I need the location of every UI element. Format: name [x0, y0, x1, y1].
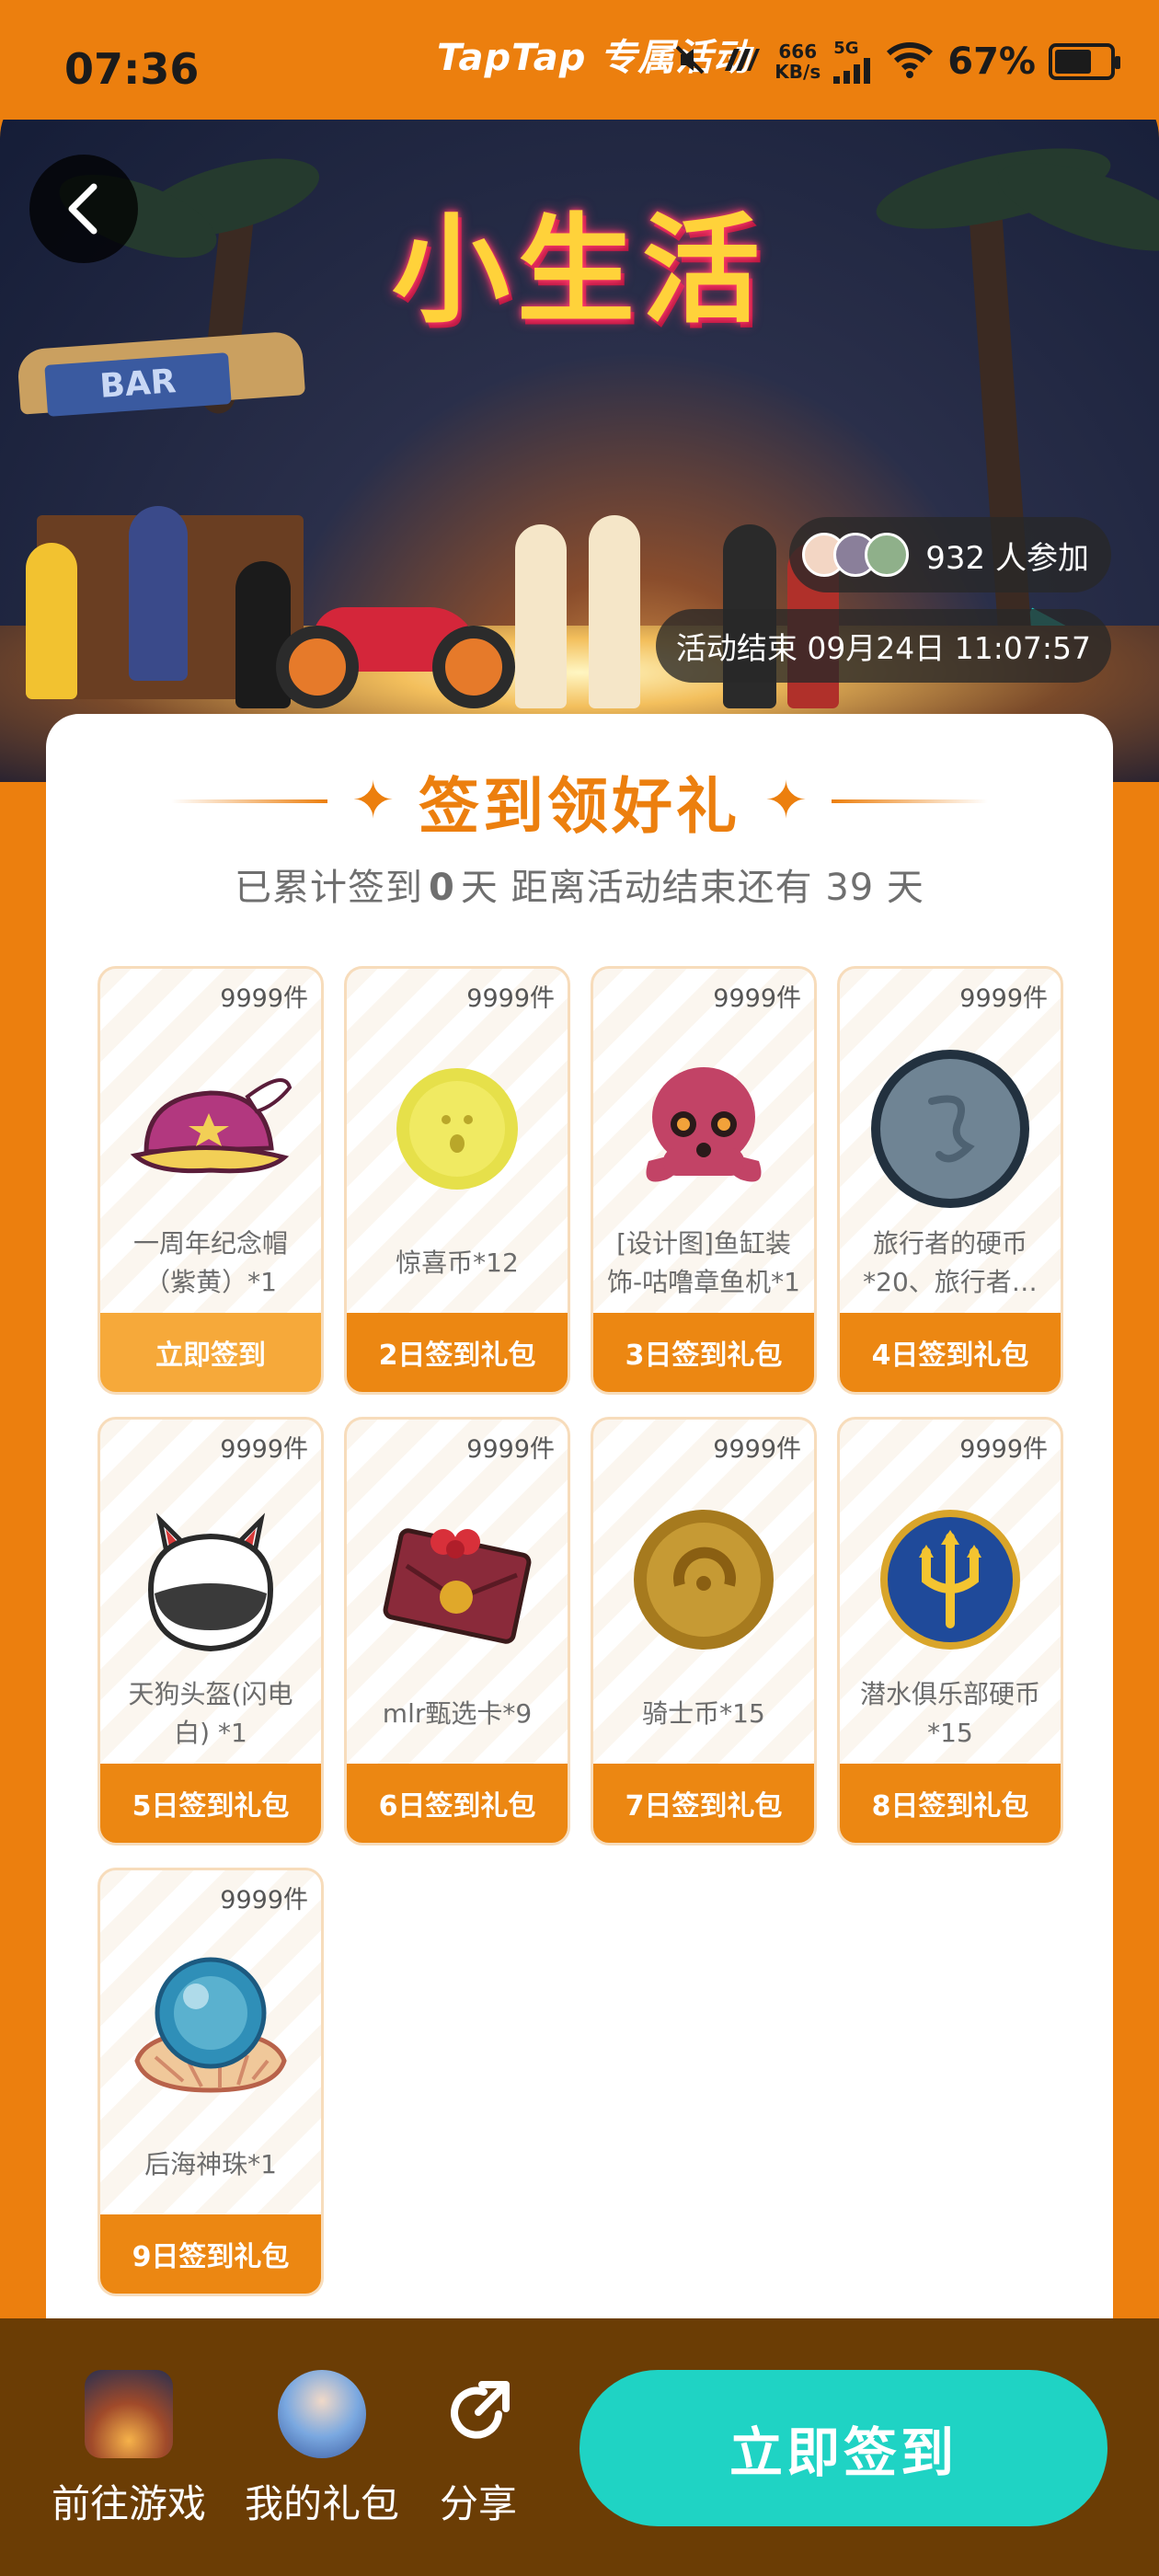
octopus-icon [621, 1046, 786, 1212]
status-time: 07:36 [64, 44, 200, 94]
surprise-coin-icon [374, 1046, 540, 1212]
knight-coin-icon [621, 1497, 786, 1662]
reward-name: [设计图]鱼缸装饰-咕噜章鱼机*1 [607, 1228, 800, 1297]
tengu-helmet-icon [128, 1497, 293, 1662]
stock-count: 9999件 [220, 984, 308, 1013]
signin-now-main-button[interactable]: 立即签到 [580, 2370, 1107, 2526]
reward-card-day5: 9999件 天狗头盔(闪电白) *1 5日签到礼包 [98, 1417, 324, 1846]
reward-card-day4: 9999件 旅行者的硬币*20、旅行者… 4日签到礼包 [837, 966, 1063, 1395]
signin-card: ✦ 签到领好礼 ✦ 已累计签到 0 天 距离活动结束还有 39 天 9999件 一周… [46, 714, 1113, 2333]
reward-card-day2: 9999件 惊喜币*12 2日签到礼包 [344, 966, 570, 1395]
sparkle-icon: ✦ [351, 771, 395, 831]
reward-name: 惊喜币*12 [396, 1248, 519, 1278]
reward-name: mlr甄选卡*9 [382, 1698, 533, 1729]
day4-gift-button[interactable]: 4日签到礼包 [840, 1313, 1061, 1392]
reward-name: 骑士币*15 [642, 1698, 765, 1729]
sparkle-icon: ✦ [764, 771, 808, 831]
day9-gift-button[interactable]: 9日签到礼包 [100, 2214, 321, 2294]
game-thumbnail-icon [85, 2370, 173, 2458]
back-button[interactable] [29, 155, 138, 263]
stock-count: 9999件 [713, 1435, 801, 1464]
day7-gift-button[interactable]: 7日签到礼包 [593, 1764, 814, 1843]
share-icon [434, 2370, 522, 2458]
stock-count: 9999件 [959, 984, 1048, 1013]
reward-name: 天狗头盔(闪电白) *1 [128, 1679, 293, 1748]
reward-card-day8: 9999件 潜水俱乐部硬币*15 8日签到礼包 [837, 1417, 1063, 1846]
signin-days: 0 [429, 867, 455, 909]
day3-gift-button[interactable]: 3日签到礼包 [593, 1313, 814, 1392]
section-header: ✦ 签到领好礼 ✦ [46, 760, 1113, 843]
stock-count: 9999件 [713, 984, 801, 1013]
signin-summary: 已累计签到 0 天 距离活动结束还有 39 天 [235, 867, 924, 909]
reward-card-day7: 9999件 骑士币*15 7日签到礼包 [591, 1417, 817, 1846]
divider [171, 799, 328, 803]
signal-group: 5G [833, 39, 872, 84]
share-button[interactable]: 分享 [386, 2370, 570, 2529]
reward-name: 一周年纪念帽（紫黄）*1 [132, 1228, 288, 1297]
stock-count: 9999件 [959, 1435, 1048, 1464]
share-label: 分享 [439, 2481, 517, 2526]
purple-yellow-cap-icon [128, 1046, 293, 1212]
reward-card-day6: 9999件 mlr甄选卡*9 6日签到礼包 [344, 1417, 570, 1846]
signin-now-button[interactable]: 立即签到 [100, 1313, 321, 1392]
reward-name: 后海神珠*1 [144, 2149, 277, 2179]
go-game-label: 前往游戏 [51, 2481, 206, 2526]
day2-gift-button[interactable]: 2日签到礼包 [347, 1313, 568, 1392]
reward-card-day9: 9999件 后海神珠*1 9日签到礼包 [98, 1868, 324, 2296]
bottom-bar: 前往游戏 我的礼包 分享 立即签到 [0, 2318, 1159, 2576]
reward-name: 潜水俱乐部硬币*15 [859, 1679, 1040, 1748]
chevron-left-icon [68, 183, 98, 235]
diving-club-coin-icon [867, 1497, 1033, 1662]
stock-count: 9999件 [220, 1435, 308, 1464]
status-icons: 666 KB/s 5G 67% [671, 39, 1120, 84]
event-end-time: 活动结束 09月24日 11:07:57 [655, 609, 1111, 683]
participant-count: 932 人参加 [925, 539, 1089, 577]
sea-pearl-icon [128, 1948, 293, 2113]
stock-count: 9999件 [466, 984, 555, 1013]
avatar [865, 533, 910, 577]
nfc-icon [721, 45, 762, 78]
envelope-card-icon [374, 1497, 540, 1662]
battery-percent: 67% [947, 40, 1036, 83]
divider [831, 799, 988, 803]
reward-card-day3: 9999件 [设计图]鱼缸装饰-咕噜章鱼机*1 3日签到礼包 [591, 966, 817, 1395]
participant-avatars [802, 533, 910, 577]
motorbike [276, 598, 515, 708]
battery-icon [1049, 42, 1120, 80]
network-type: 5G [833, 39, 859, 58]
stock-count: 9999件 [220, 1886, 308, 1915]
day5-gift-button[interactable]: 5日签到礼包 [100, 1764, 321, 1843]
signal-icon [833, 58, 871, 84]
day6-gift-button[interactable]: 6日签到礼包 [347, 1764, 568, 1843]
stock-count: 9999件 [466, 1435, 555, 1464]
traveler-coin-icon [867, 1046, 1033, 1212]
reward-name: 旅行者的硬币*20、旅行者… [863, 1228, 1038, 1297]
reward-card-day1: 9999件 一周年纪念帽（紫黄）*1 立即签到 [98, 966, 324, 1395]
section-title: 签到领好礼 [419, 771, 740, 842]
go-game-button[interactable]: 前往游戏 [37, 2370, 221, 2529]
event-title: 小生活 [391, 202, 767, 339]
day8-gift-button[interactable]: 8日签到礼包 [840, 1764, 1061, 1843]
status-bar: 07:36 TapTap 专属活动 666 KB/s 5G 67% [0, 0, 1159, 120]
mute-icon [671, 41, 708, 82]
gift-avatar-icon [278, 2370, 366, 2458]
wifi-icon [885, 40, 935, 83]
net-speed: 666 KB/s [775, 40, 821, 83]
participants-badge: 932 人参加 [789, 517, 1111, 592]
